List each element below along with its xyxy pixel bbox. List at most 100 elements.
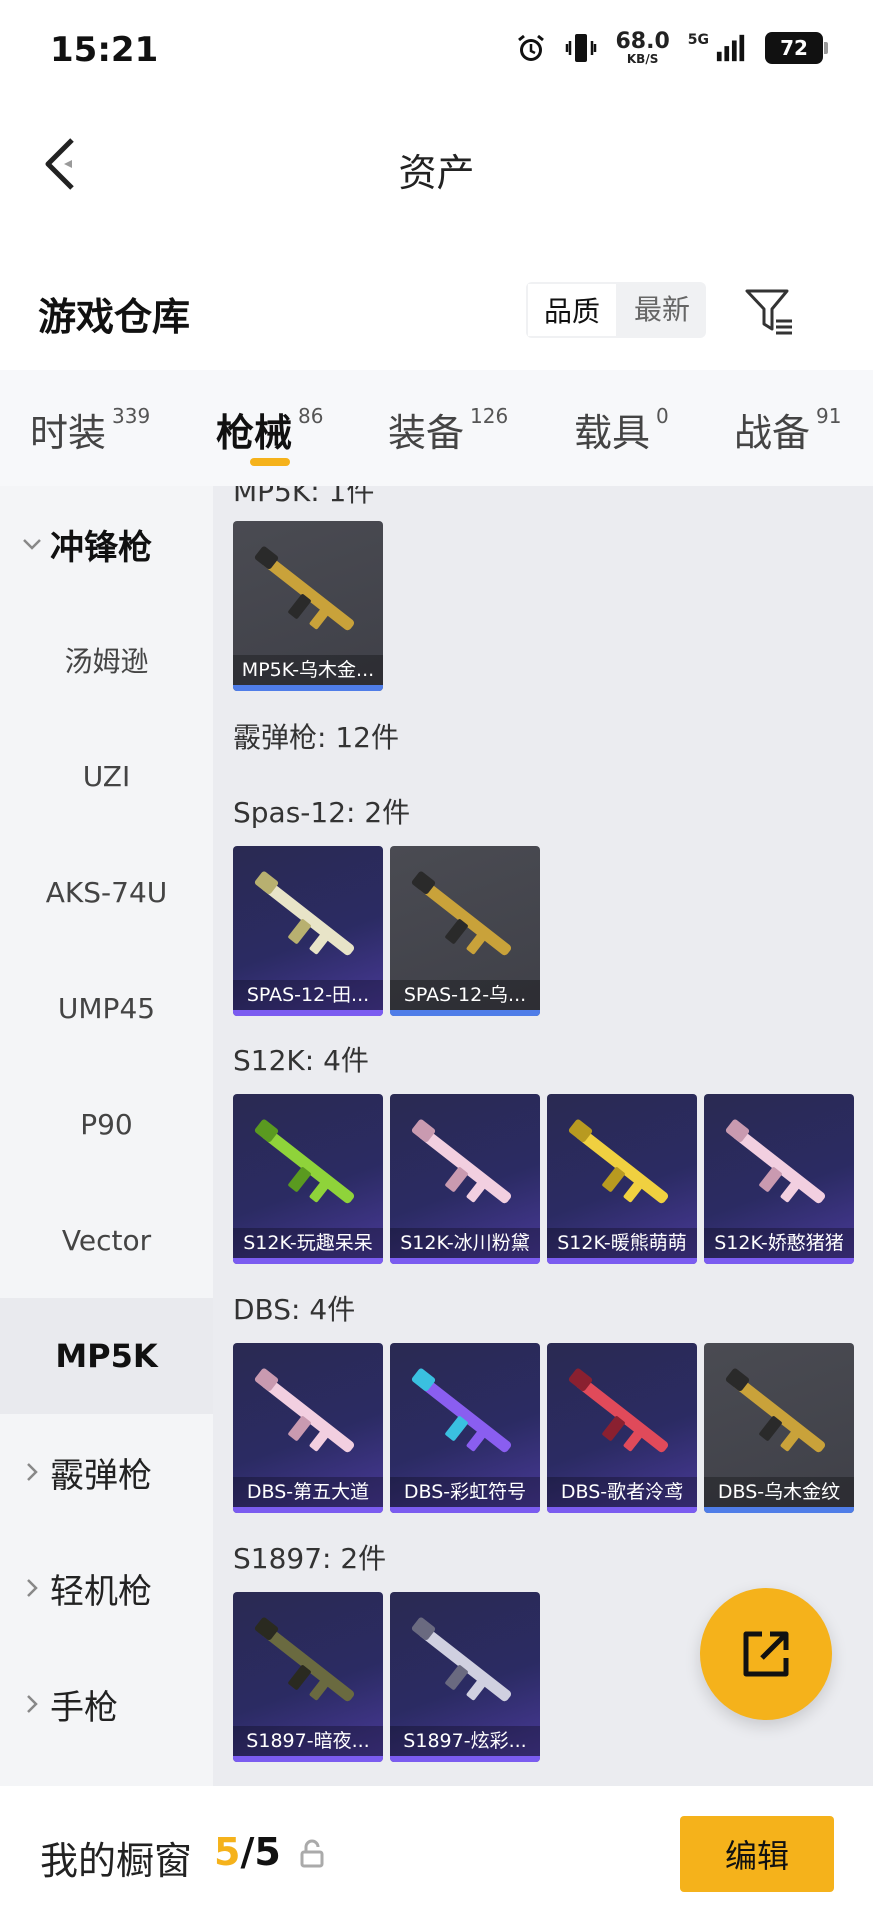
weapon-image (411, 1368, 512, 1453)
section-label-shotgun-total: 霰弹枪: 12件 (233, 721, 399, 754)
section-label-spas12: Spas-12: 2件 (233, 796, 411, 829)
share-fab-button[interactable] (700, 1588, 832, 1720)
status-icons: 68.0 KB/S 5G 72 (515, 29, 828, 66)
sidebar-category-shotgun[interactable]: 霰弹枪 (0, 1414, 213, 1530)
rarity-bar (704, 1258, 854, 1264)
item-card[interactable]: MP5K-乌木金... (233, 521, 383, 691)
rarity-bar (233, 1756, 383, 1762)
item-card[interactable]: S12K-暖熊萌萌 (547, 1094, 697, 1264)
rarity-bar (233, 1258, 383, 1264)
item-card[interactable]: DBS-乌木金纹 (704, 1343, 854, 1513)
filter-icon (745, 289, 792, 335)
item-name: SPAS-12-乌... (390, 980, 540, 1010)
rarity-bar (390, 1258, 540, 1264)
battery-level: 72 (780, 36, 808, 60)
item-name: SPAS-12-田... (233, 980, 383, 1010)
sidebar-item-mp5k[interactable]: MP5K (0, 1298, 213, 1414)
showcase-label: 我的橱窗 (40, 1839, 193, 1883)
item-name: MP5K-乌木金... (233, 655, 383, 685)
net-speed-unit: KB/S (626, 52, 659, 66)
showcase-count-current: 5 (214, 1830, 241, 1874)
rarity-bar (547, 1258, 697, 1264)
sidebar-category-label: 轻机枪 (50, 1571, 152, 1612)
nav-bar: 资产 (0, 104, 873, 224)
external-link-icon (743, 1631, 789, 1677)
sidebar-category-lmg[interactable]: 轻机枪 (0, 1530, 213, 1646)
sort-newest-button[interactable]: 最新 (618, 282, 706, 338)
item-card[interactable]: SPAS-12-乌... (390, 846, 540, 1016)
vibrate-icon (565, 30, 597, 66)
sort-quality-button[interactable]: 品质 (526, 282, 619, 338)
weapon-image (725, 1119, 826, 1204)
weapon-image (254, 871, 355, 956)
sidebar: 冲锋枪 汤姆逊 UZI AKS-74U UMP45 P90 Vector MP5… (0, 486, 213, 1786)
tab-firearms[interactable]: 枪械 86 (216, 402, 323, 457)
showcase-bar: 我的橱窗 5/5 编辑 (0, 1786, 873, 1920)
warehouse-title: 游戏仓库 (38, 295, 191, 339)
tab-label: 战备 (734, 411, 811, 455)
item-name: S12K-娇憨猪猪 (704, 1228, 854, 1258)
item-name: DBS-乌木金纹 (704, 1477, 854, 1507)
item-card[interactable]: S1897-暗夜... (233, 1592, 383, 1762)
edit-button[interactable]: 编辑 (680, 1816, 834, 1892)
item-card[interactable]: S12K-玩趣呆呆 (233, 1094, 383, 1264)
active-tab-indicator (250, 458, 290, 466)
signal-icon (715, 30, 747, 66)
item-card[interactable]: DBS-歌者泠鸢 (547, 1343, 697, 1513)
section-label-s1897: S1897: 2件 (233, 1542, 387, 1575)
tab-supplies[interactable]: 战备 91 (734, 402, 841, 457)
sidebar-item-thompson[interactable]: 汤姆逊 (0, 602, 213, 718)
net-speed-value: 68.0 (615, 29, 670, 54)
sidebar-item-vector[interactable]: Vector (0, 1182, 213, 1298)
item-card[interactable]: DBS-彩虹符号 (390, 1343, 540, 1513)
item-name: DBS-第五大道 (233, 1477, 383, 1507)
chevron-right-icon (20, 1692, 44, 1716)
weapon-image (725, 1368, 826, 1453)
rarity-bar (390, 1756, 540, 1762)
network-type: 5G (687, 32, 709, 48)
tab-count: 339 (112, 404, 151, 428)
item-name: S1897-炫彩... (390, 1726, 540, 1756)
tab-count: 0 (656, 404, 669, 428)
sidebar-item-uzi[interactable]: UZI (0, 718, 213, 834)
tab-label: 装备 (388, 411, 465, 455)
rarity-bar (704, 1507, 854, 1513)
tab-count: 126 (470, 404, 509, 428)
sidebar-item-ump45[interactable]: UMP45 (0, 950, 213, 1066)
weapon-image (568, 1119, 669, 1204)
filter-button[interactable] (742, 284, 798, 340)
sidebar-item-p90[interactable]: P90 (0, 1066, 213, 1182)
item-name: S12K-玩趣呆呆 (233, 1228, 383, 1258)
weapon-image (568, 1368, 669, 1453)
sidebar-item-aks74u[interactable]: AKS-74U (0, 834, 213, 950)
item-card[interactable]: S1897-炫彩... (390, 1592, 540, 1762)
sidebar-category-label: 冲锋枪 (50, 527, 152, 568)
tab-equipment[interactable]: 装备 126 (388, 402, 508, 457)
tab-vehicles[interactable]: 载具 0 (574, 402, 669, 457)
item-name: S12K-暖熊萌萌 (547, 1228, 697, 1258)
sidebar-category-pistol[interactable]: 手枪 (0, 1646, 213, 1762)
tab-label: 枪械 (216, 411, 293, 455)
chevron-right-icon (20, 1576, 44, 1600)
section-label-dbs: DBS: 4件 (233, 1293, 356, 1326)
tab-label: 时装 (30, 411, 107, 455)
tab-fashion[interactable]: 时装 339 (30, 402, 150, 457)
item-card[interactable]: SPAS-12-田... (233, 846, 383, 1016)
showcase-count-total: /5 (240, 1830, 281, 1874)
item-name: S12K-冰川粉黛 (390, 1228, 540, 1258)
weapon-image (411, 871, 512, 956)
rarity-bar (233, 685, 383, 691)
showcase-count: 5/5 (214, 1830, 281, 1874)
weapon-image (254, 1617, 355, 1702)
item-card[interactable]: DBS-第五大道 (233, 1343, 383, 1513)
item-card[interactable]: S12K-娇憨猪猪 (704, 1094, 854, 1264)
weapon-image (411, 1119, 512, 1204)
item-name: S1897-暗夜... (233, 1726, 383, 1756)
tab-count: 91 (816, 404, 842, 428)
net-speed: 68.0 KB/S (615, 29, 670, 66)
chevron-down-icon (20, 532, 44, 556)
status-bar: 15:21 68.0 KB/S 5G 72 (0, 0, 873, 104)
alarm-icon (515, 30, 547, 66)
item-card[interactable]: S12K-冰川粉黛 (390, 1094, 540, 1264)
sidebar-category-smg[interactable]: 冲锋枪 (0, 486, 213, 602)
